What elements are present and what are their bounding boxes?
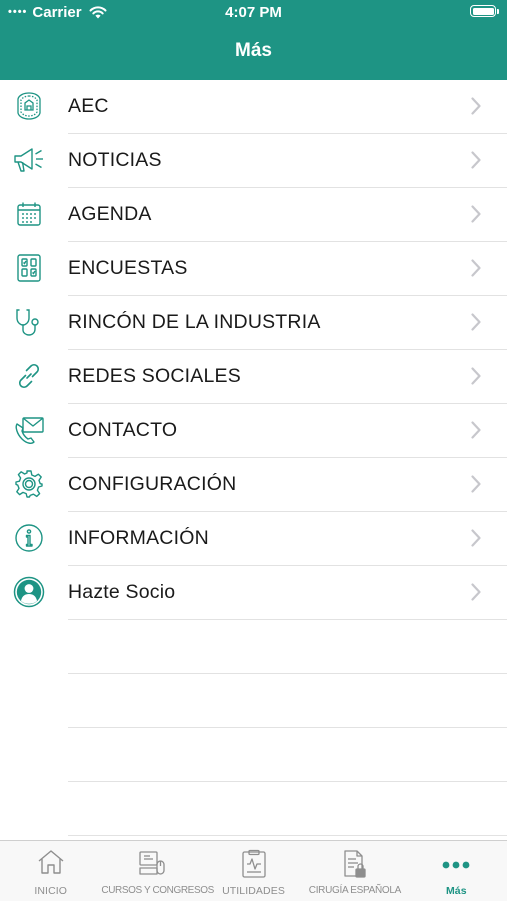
- info-icon: [12, 521, 46, 555]
- tab-inicio[interactable]: INICIO: [0, 841, 101, 901]
- chevron-right-icon: [471, 259, 481, 277]
- empty-row: [68, 674, 507, 728]
- menu-item-label: RINCÓN DE LA INDUSTRIA: [68, 311, 321, 333]
- more-menu-list: AEC NOTICIAS AGENDA ENCUESTAS RINCÓN DE …: [0, 80, 507, 836]
- menu-item-hazte-socio[interactable]: Hazte Socio: [13, 566, 507, 620]
- tab-label: CIRUGÍA ESPAÑOLA: [308, 885, 402, 896]
- menu-item-label: CONFIGURACIÓN: [68, 473, 237, 495]
- menu-item-rincon-industria[interactable]: RINCÓN DE LA INDUSTRIA: [16, 296, 507, 350]
- menu-item-label: ENCUESTAS: [68, 257, 188, 279]
- status-time: 4:07 PM: [225, 4, 282, 21]
- menu-item-label: INFORMACIÓN: [68, 527, 209, 549]
- envelope-phone-icon: [12, 413, 46, 447]
- tab-utilidades[interactable]: UTILIDADES: [203, 841, 304, 901]
- survey-icon: [12, 251, 46, 285]
- chevron-right-icon: [471, 583, 481, 601]
- tab-cirugia-espanola[interactable]: CIRUGÍA ESPAÑOLA: [304, 841, 405, 901]
- menu-item-encuestas[interactable]: ENCUESTAS: [17, 242, 507, 296]
- user-icon: [12, 575, 46, 609]
- tab-cursos-congresos[interactable]: CURSOS Y CONGRESOS: [101, 841, 214, 901]
- page-title: Más: [235, 40, 272, 61]
- battery-icon: [470, 5, 499, 17]
- home-icon: [0, 849, 101, 875]
- tab-label: Más: [445, 885, 467, 897]
- chevron-right-icon: [471, 367, 481, 385]
- clipboard-icon: [203, 849, 304, 879]
- menu-item-label: CONTACTO: [68, 419, 178, 441]
- tab-label: CURSOS Y CONGRESOS: [101, 885, 214, 896]
- navigation-header: •••• Carrier 4:07 PM Más: [0, 0, 507, 80]
- empty-row: [68, 782, 507, 836]
- chevron-right-icon: [471, 475, 481, 493]
- tab-label: UTILIDADES: [222, 885, 285, 897]
- empty-row: [68, 728, 507, 782]
- chevron-right-icon: [471, 529, 481, 547]
- courses-icon: [101, 849, 202, 877]
- aec-seal-icon: [12, 89, 46, 123]
- menu-item-aec[interactable]: AEC: [17, 80, 507, 134]
- document-lock-icon: [304, 849, 405, 879]
- chevron-right-icon: [471, 313, 481, 331]
- more-dots-icon: [406, 849, 507, 875]
- menu-item-label: REDES SOCIALES: [68, 365, 241, 387]
- tab-label: INICIO: [34, 885, 68, 897]
- stethoscope-icon: [12, 305, 46, 339]
- chevron-right-icon: [471, 151, 481, 169]
- gear-icon: [12, 467, 46, 501]
- menu-item-configuracion[interactable]: CONFIGURACIÓN: [15, 458, 507, 512]
- chevron-right-icon: [471, 97, 481, 115]
- megaphone-icon: [12, 143, 46, 177]
- menu-item-redes-sociales[interactable]: REDES SOCIALES: [18, 350, 507, 404]
- menu-item-agenda[interactable]: AGENDA: [17, 188, 507, 242]
- menu-item-informacion[interactable]: INFORMACIÓN: [15, 512, 507, 566]
- menu-item-label: AGENDA: [68, 203, 152, 225]
- menu-item-label: AEC: [68, 95, 109, 117]
- tab-bar: INICIO CURSOS Y CONGRESOS UTILIDADES CIR…: [0, 840, 507, 901]
- menu-item-label: Hazte Socio: [68, 581, 176, 603]
- menu-item-noticias[interactable]: NOTICIAS: [14, 134, 507, 188]
- link-icon: [12, 359, 46, 393]
- menu-item-contacto[interactable]: CONTACTO: [15, 404, 507, 458]
- chevron-right-icon: [471, 205, 481, 223]
- tab-mas[interactable]: Más: [406, 841, 507, 901]
- status-bar: •••• Carrier 4:07 PM: [0, 0, 507, 26]
- chevron-right-icon: [471, 421, 481, 439]
- calendar-icon: [12, 197, 46, 231]
- empty-row: [68, 620, 507, 674]
- menu-item-label: NOTICIAS: [68, 149, 162, 171]
